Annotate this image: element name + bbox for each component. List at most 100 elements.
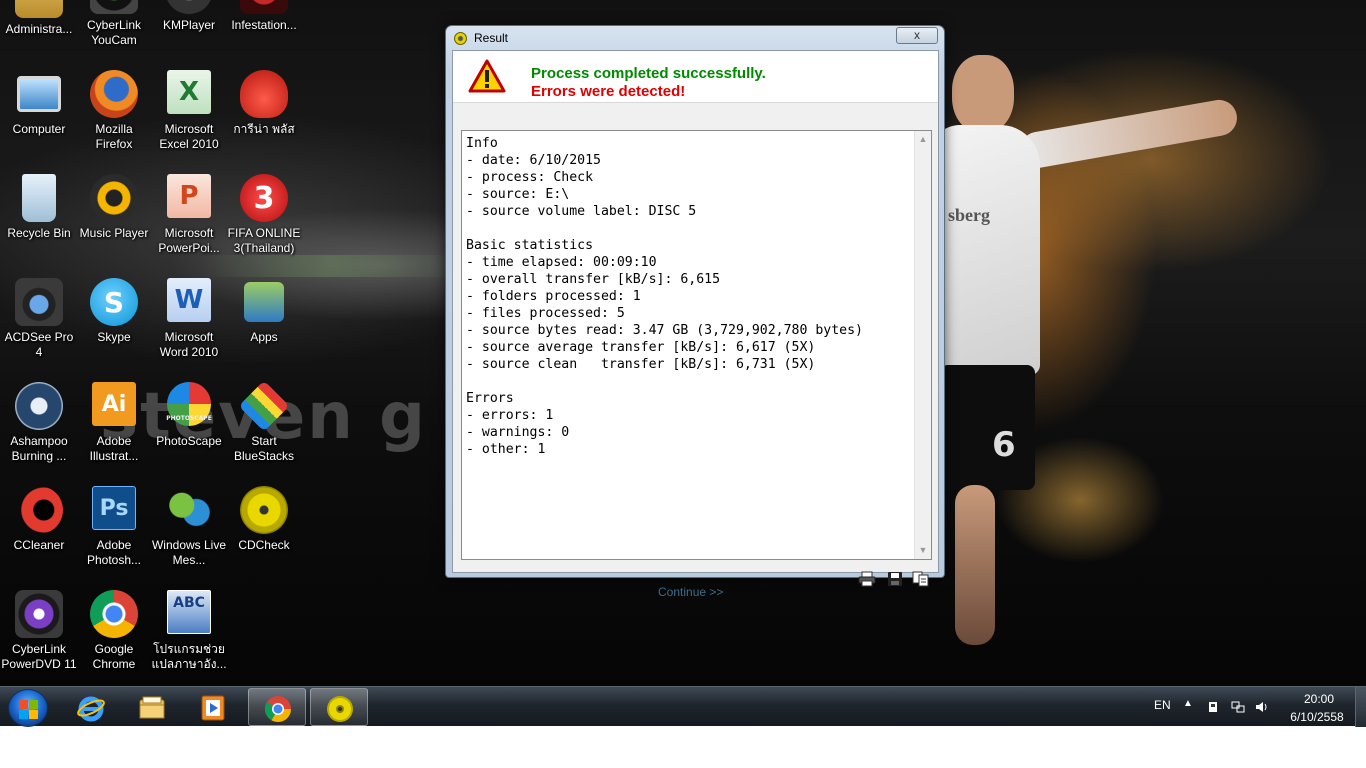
- recycle-bin-icon: [22, 174, 56, 222]
- wallpaper-stadium: [200, 255, 460, 277]
- scroll-up-button[interactable]: ▲: [915, 131, 931, 148]
- desktop-icon-translator[interactable]: ABC โปรแกรมช่วยแปลภาษาอัง...: [151, 590, 227, 672]
- desktop-icon-label: CyberLink PowerDVD 11: [1, 642, 77, 671]
- desktop-icon-label: Recycle Bin: [7, 226, 71, 240]
- desktop-icon-label: ACDSee Pro 4: [4, 330, 74, 359]
- desktop-icon-ashampoo[interactable]: Ashampoo Burning ...: [1, 382, 77, 464]
- desktop-icon-label: CDCheck: [238, 538, 290, 552]
- garena-icon: [240, 70, 288, 118]
- desktop-icon-powerpoint[interactable]: P Microsoft PowerPoi...: [151, 174, 227, 256]
- desktop-icon-label: FIFA ONLINE 3(Thailand): [227, 226, 301, 255]
- desktop-icon-apps[interactable]: Apps: [226, 278, 302, 345]
- save-icon[interactable]: [886, 571, 904, 587]
- desktop-icon-photoshop[interactable]: Ps Adobe Photosh...: [76, 486, 152, 568]
- desktop-icon-label: Mozilla Firefox: [95, 122, 133, 151]
- taskbar-chrome-button[interactable]: [248, 688, 306, 726]
- volume-icon[interactable]: [1255, 700, 1269, 714]
- desktop-icon-cdcheck[interactable]: CDCheck: [226, 486, 302, 553]
- desktop-icon-recycle-bin[interactable]: Recycle Bin: [1, 174, 77, 241]
- desktop-icon-skype[interactable]: S Skype: [76, 278, 152, 345]
- desktop-icon-label: Administra...: [5, 22, 73, 36]
- word-glyph: W: [174, 284, 204, 315]
- copy-icon[interactable]: [912, 571, 930, 587]
- wallpaper-player: sberg 6: [930, 55, 1240, 675]
- language-indicator[interactable]: EN: [1154, 698, 1171, 712]
- ccleaner-icon: [15, 486, 63, 534]
- taskbar: EN ▲ 20:00 6/10/2558: [0, 686, 1366, 727]
- desktop-icon-label: Ashampoo Burning ...: [10, 434, 68, 463]
- desktop-icon-acdsee[interactable]: ACDSee Pro 4: [1, 278, 77, 360]
- desktop-icon-infestation[interactable]: Infestation...: [226, 0, 302, 33]
- desktop-icon-excel[interactable]: X Microsoft Excel 2010: [151, 70, 227, 152]
- player-shorts: [940, 365, 1035, 490]
- window-title: Result: [474, 31, 509, 45]
- show-hidden-icons-button[interactable]: ▲: [1183, 698, 1193, 709]
- print-icon[interactable]: [858, 571, 876, 587]
- skype-glyph: S: [103, 285, 125, 319]
- desktop-icon-bluestacks[interactable]: Start BlueStacks: [226, 380, 302, 464]
- player-number: 6: [992, 425, 1016, 465]
- network-icon[interactable]: [1231, 700, 1245, 714]
- player-shirt: [930, 125, 1040, 375]
- desktop-icon-messenger[interactable]: Windows Live Mes...: [151, 486, 227, 568]
- continue-button[interactable]: Continue >>: [658, 585, 723, 599]
- desktop[interactable]: steven g sberg 6 Administra... Computer …: [0, 0, 1366, 690]
- player-leg: [955, 485, 995, 645]
- desktop-icon-label: Microsoft Word 2010: [159, 330, 219, 359]
- powerpoint-glyph: P: [179, 180, 199, 211]
- clock-time[interactable]: 20:00: [1296, 692, 1342, 706]
- infestation-icon: [240, 0, 288, 14]
- player-arm: [1016, 97, 1240, 171]
- powerpoint-icon: P: [167, 174, 211, 218]
- cdcheck-icon: [240, 486, 288, 534]
- taskbar-cdcheck-button[interactable]: [310, 688, 368, 726]
- desktop-icon-computer[interactable]: Computer: [1, 70, 77, 137]
- usb-device-icon[interactable]: [1206, 700, 1220, 714]
- apps-icon: [244, 282, 284, 322]
- desktop-icon-ccleaner[interactable]: CCleaner: [1, 486, 77, 553]
- desktop-icon-photoscape[interactable]: PHOTOSCAPE PhotoScape: [151, 382, 227, 449]
- player-shirt-brand: sberg: [948, 205, 990, 225]
- desktop-icon-label: Infestation...: [231, 18, 297, 32]
- ashampoo-icon: [15, 382, 63, 430]
- clock-date[interactable]: 6/10/2558: [1284, 710, 1350, 724]
- close-button[interactable]: x: [896, 27, 938, 44]
- desktop-icon-firefox[interactable]: Mozilla Firefox: [76, 70, 152, 152]
- desktop-icon-fifa[interactable]: 3 FIFA ONLINE 3(Thailand): [226, 174, 302, 256]
- taskbar-explorer-button[interactable]: [123, 688, 181, 726]
- computer-icon: [17, 76, 61, 112]
- window-footer: Continue >>: [453, 561, 938, 601]
- desktop-icon-garena[interactable]: การีน่า พลัส: [226, 70, 302, 137]
- desktop-icon-word[interactable]: W Microsoft Word 2010: [151, 278, 227, 360]
- error-message: Errors were detected!: [531, 83, 686, 100]
- desktop-icon-chrome[interactable]: Google Chrome: [76, 590, 152, 672]
- taskbar-ie-button[interactable]: [62, 688, 120, 726]
- fifa-online-icon: 3: [240, 174, 288, 222]
- desktop-icon-kmplayer[interactable]: KMPlayer: [151, 0, 227, 33]
- photoscape-glyph: PHOTOSCAPE: [166, 415, 212, 422]
- desktop-icon-illustrator[interactable]: Ai Adobe Illustrat...: [76, 382, 152, 464]
- desktop-icon-powerdvd[interactable]: CyberLink PowerDVD 11: [1, 590, 77, 672]
- translator-icon: ABC: [167, 590, 211, 634]
- desktop-icon-youcam[interactable]: CyberLink YouCam: [76, 0, 152, 48]
- illustrator-icon: Ai: [92, 382, 136, 426]
- vertical-scrollbar[interactable]: ▲ ▼: [914, 131, 931, 559]
- show-desktop-button[interactable]: [1355, 687, 1366, 727]
- player-head: [952, 55, 1014, 133]
- screen: steven g sberg 6 Administra... Computer …: [0, 0, 1366, 768]
- titlebar[interactable]: Result x: [446, 26, 944, 50]
- firefox-icon: [90, 70, 138, 118]
- desktop-icon-label: Computer: [12, 122, 66, 136]
- media-player-icon: [201, 695, 225, 721]
- desktop-icon-music-player[interactable]: Music Player: [76, 174, 152, 241]
- cdcheck-icon: [327, 696, 353, 722]
- start-button[interactable]: [8, 689, 48, 727]
- result-window[interactable]: Result x Process completed successfully.…: [445, 25, 945, 599]
- desktop-icon-label: Windows Live Mes...: [151, 538, 227, 567]
- scroll-down-button[interactable]: ▼: [915, 542, 931, 559]
- log-textbox[interactable]: Info - date: 6/10/2015 - process: Check …: [461, 130, 932, 560]
- log-text[interactable]: Info - date: 6/10/2015 - process: Check …: [466, 135, 911, 458]
- taskbar-media-player-button[interactable]: [184, 688, 242, 726]
- desktop-icon-administrator[interactable]: Administra...: [1, 0, 77, 37]
- cdcheck-icon: [454, 32, 467, 45]
